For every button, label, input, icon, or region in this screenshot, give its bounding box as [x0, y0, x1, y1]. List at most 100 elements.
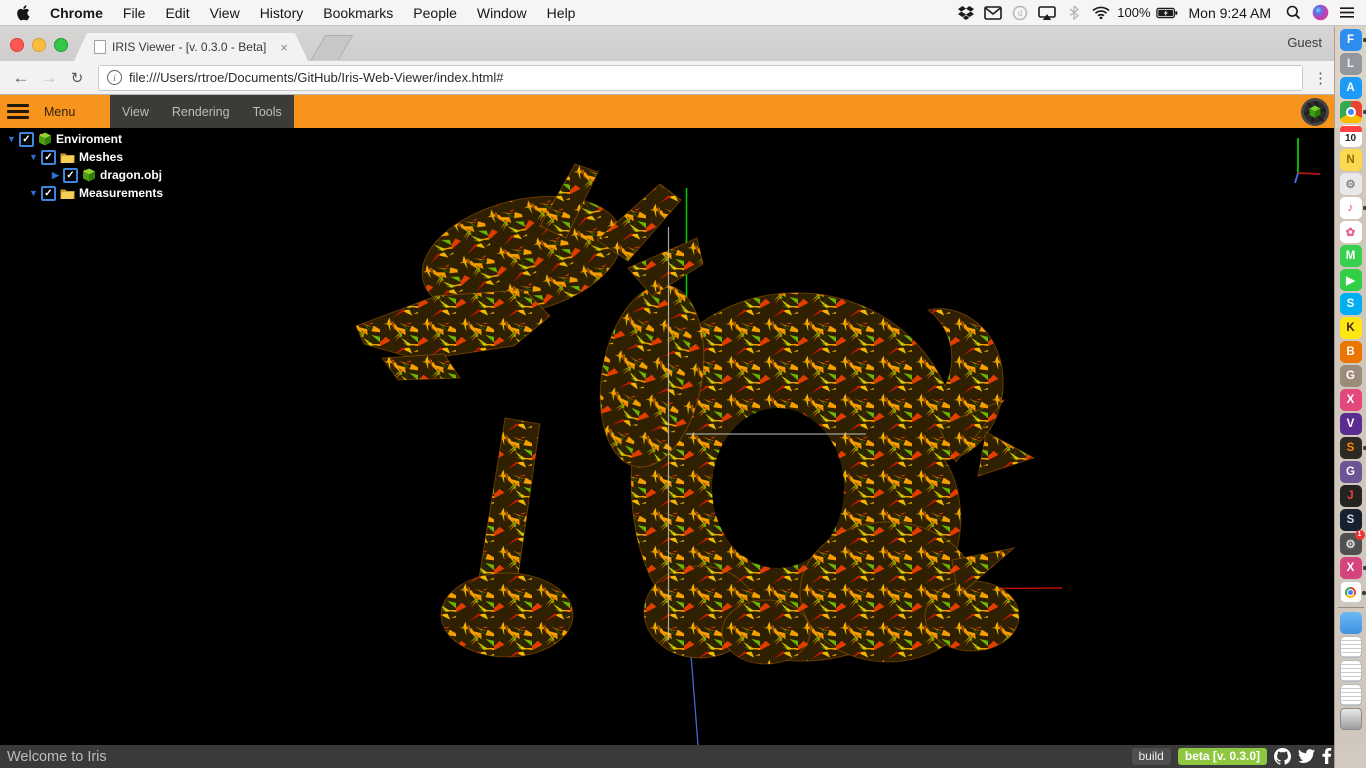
facebook-icon[interactable]	[1322, 748, 1332, 764]
expand-arrow-icon[interactable]: ▼	[26, 188, 41, 198]
dock-openemu[interactable]: J	[1340, 485, 1362, 507]
dock-divider	[1338, 607, 1364, 608]
environment-checkbox[interactable]: ✓	[19, 132, 34, 147]
dock-facetime[interactable]: ▶	[1340, 269, 1362, 291]
appbar-tab[interactable]: Tools	[253, 105, 282, 119]
tab-close-icon[interactable]: ×	[280, 40, 288, 55]
menubar-item[interactable]: Chrome	[40, 5, 113, 21]
dock-photos[interactable]: ✿	[1340, 221, 1362, 243]
profile-label[interactable]: Guest	[1287, 35, 1322, 50]
dock-gimp[interactable]: G	[1340, 365, 1362, 387]
wifi-icon[interactable]	[1090, 4, 1112, 22]
dock-app-store[interactable]: A	[1340, 77, 1362, 99]
menu-label[interactable]: Menu	[44, 105, 106, 119]
bluetooth-icon[interactable]	[1063, 4, 1085, 22]
tab-title: IRIS Viewer - [v. 0.3.0 - Beta]	[112, 40, 274, 54]
dock-launchpad[interactable]: L	[1340, 53, 1362, 75]
siri-icon[interactable]	[1309, 4, 1331, 22]
dock-messages[interactable]: M	[1340, 245, 1362, 267]
dock-sim-racing[interactable]: ⚙1	[1340, 533, 1362, 555]
tree-row-dragon-obj[interactable]: ▶ ✓ dragon.obj	[0, 166, 163, 184]
browser-tab[interactable]: IRIS Viewer - [v. 0.3.0 - Beta] ×	[74, 33, 308, 61]
beta-version-badge: beta [v. 0.3.0]	[1178, 748, 1267, 765]
dock-github-desktop[interactable]: G	[1340, 461, 1362, 483]
dock-skype[interactable]: S	[1340, 293, 1362, 315]
dragon-mesh[interactable]	[356, 164, 1034, 664]
tree-label[interactable]: Meshes	[79, 150, 123, 164]
viewport-canvas[interactable]	[0, 128, 1366, 745]
dock-xamarin-studio[interactable]: X	[1340, 389, 1362, 411]
hamburger-menu-icon[interactable]	[7, 104, 29, 119]
appbar-tab[interactable]: View	[122, 105, 149, 119]
dock-doc-stack-2[interactable]	[1340, 660, 1362, 682]
dock-xamarin[interactable]: X	[1340, 557, 1362, 579]
svg-text:d: d	[1018, 9, 1022, 18]
dock-sublime-text[interactable]: S	[1340, 437, 1362, 459]
menubar-item[interactable]: Help	[537, 5, 586, 21]
menubar-items: ChromeFileEditViewHistoryBookmarksPeople…	[40, 5, 585, 21]
tree-label[interactable]: dragon.obj	[100, 168, 162, 182]
address-bar[interactable]: i file:///Users/rtroe/Documents/GitHub/I…	[98, 65, 1303, 91]
github-icon[interactable]	[1274, 748, 1291, 765]
battery-icon[interactable]	[1156, 4, 1178, 22]
tree-label[interactable]: Enviroment	[56, 132, 122, 146]
mail-icon[interactable]	[982, 4, 1004, 22]
zoom-window-button[interactable]	[54, 38, 68, 52]
minimize-window-button[interactable]	[32, 38, 46, 52]
menubar-item[interactable]: People	[403, 5, 467, 21]
menubar-item[interactable]: Window	[467, 5, 537, 21]
new-tab-button[interactable]	[311, 35, 353, 60]
dock-chrome[interactable]	[1340, 101, 1362, 123]
close-window-button[interactable]	[10, 38, 24, 52]
menubar-item[interactable]: History	[250, 5, 314, 21]
twitter-icon[interactable]	[1298, 749, 1315, 764]
measurements-checkbox[interactable]: ✓	[41, 186, 56, 201]
dock-system-utility[interactable]: ⚙	[1340, 173, 1362, 195]
dock-calendar[interactable]: 10	[1340, 125, 1362, 147]
dock-chrome-apps[interactable]	[1340, 581, 1362, 603]
appbar-tab[interactable]: Rendering	[172, 105, 230, 119]
tree-row-meshes[interactable]: ▼ ✓ Meshes	[0, 148, 163, 166]
expand-arrow-icon[interactable]: ▼	[4, 134, 19, 144]
duet-icon[interactable]: d	[1009, 4, 1031, 22]
airplay-icon[interactable]	[1036, 4, 1058, 22]
tree-row-environment[interactable]: ▼ ✓ Enviroment	[0, 130, 163, 148]
collapse-arrow-icon[interactable]: ▶	[48, 170, 63, 181]
menubar-item[interactable]: Edit	[155, 5, 199, 21]
chrome-menu-icon[interactable]: ⋮	[1313, 69, 1328, 87]
battery-percent: 100%	[1117, 5, 1150, 20]
dock-notes[interactable]: N	[1340, 149, 1362, 171]
dropbox-icon[interactable]	[955, 4, 977, 22]
dock-steam[interactable]: S	[1340, 509, 1362, 531]
dock-music[interactable]: ♪	[1340, 197, 1362, 219]
url-text: file:///Users/rtroe/Documents/GitHub/Iri…	[129, 70, 503, 85]
chrome-tabbar: IRIS Viewer - [v. 0.3.0 - Beta] × Guest	[0, 26, 1366, 61]
dock-vscode[interactable]: V	[1340, 413, 1362, 435]
apple-icon[interactable]	[16, 5, 30, 21]
dock-blender[interactable]: B	[1340, 341, 1362, 363]
notification-center-icon[interactable]	[1336, 4, 1358, 22]
dock-doc-stack-1[interactable]	[1340, 636, 1362, 658]
dock-doc-stack-3[interactable]	[1340, 684, 1362, 706]
dock-finder[interactable]: F	[1340, 29, 1362, 51]
tree-row-measurements[interactable]: ▼ ✓ Measurements	[0, 184, 163, 202]
tree-label[interactable]: Measurements	[79, 186, 163, 200]
forward-button[interactable]: →	[36, 68, 62, 88]
dragon-checkbox[interactable]: ✓	[63, 168, 78, 183]
iris-logo-icon	[1300, 97, 1330, 132]
folder-icon	[60, 187, 75, 200]
menubar-clock[interactable]: Mon 9:24 AM	[1183, 5, 1278, 21]
spotlight-icon[interactable]	[1282, 4, 1304, 22]
back-button[interactable]: ←	[8, 68, 34, 88]
dock-kakaotalk[interactable]: K	[1340, 317, 1362, 339]
menubar-item[interactable]: Bookmarks	[313, 5, 403, 21]
expand-arrow-icon[interactable]: ▼	[26, 152, 41, 162]
dock-trash[interactable]	[1340, 708, 1362, 730]
page-info-icon[interactable]: i	[107, 70, 122, 85]
menubar-item[interactable]: File	[113, 5, 156, 21]
reload-button[interactable]: ↻	[64, 69, 90, 87]
scene-tree: ▼ ✓ Enviroment ▼ ✓ Meshes ▶ ✓ dragon.obj…	[0, 130, 163, 202]
dock-documents-folder[interactable]	[1340, 612, 1362, 634]
menubar-item[interactable]: View	[200, 5, 250, 21]
meshes-checkbox[interactable]: ✓	[41, 150, 56, 165]
